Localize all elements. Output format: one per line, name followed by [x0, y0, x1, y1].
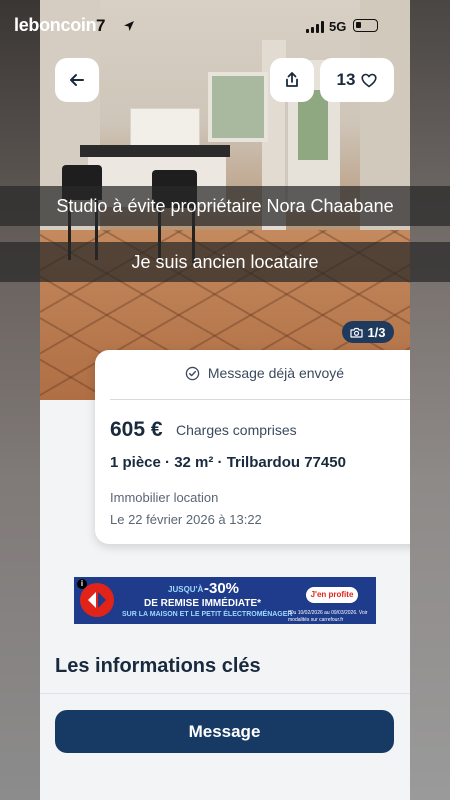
background-blur-right [410, 0, 450, 800]
share-icon [286, 72, 298, 87]
ad-small-text: JUSQU'À [168, 585, 204, 594]
ad-legal-text: *Du 10/02/2026 au 09/03/2026. Voir modal… [288, 610, 368, 623]
status-bar: leboncoin 7 5G [0, 0, 450, 50]
ad-headline: DE REMISE IMMÉDIATE* [144, 598, 262, 609]
check-circle-icon [185, 366, 200, 380]
photo-window [208, 72, 268, 142]
brand-overlay: leboncoin [14, 15, 97, 35]
photo-counter-badge[interactable]: 1/3 [342, 321, 394, 343]
camera-icon [350, 327, 364, 338]
photo-counter-top [80, 145, 230, 157]
photo-panel [130, 108, 200, 146]
network-type: 5G [329, 19, 347, 34]
story-caption: Je suis ancien locataire [0, 242, 450, 282]
arrow-left-icon [70, 74, 84, 86]
listing-category: Immobilier location [110, 490, 219, 505]
story-caption: Studio à évite propriétaire Nora Chaaban… [0, 186, 450, 226]
message-button[interactable]: Message [55, 710, 394, 753]
ad-banner[interactable]: i JUSQU'À -30% DE REMISE IMMÉDIATE* SUR … [74, 577, 376, 624]
listing-info-card: Message déjà envoyé 605 € Charges compri… [95, 350, 410, 544]
background-blur-left [0, 0, 40, 800]
ad-subline: SUR LA MAISON ET LE PETIT ÉLECTROMÉNAGER [122, 611, 293, 618]
charges-label: Charges comprises [176, 422, 297, 438]
favorite-button[interactable]: 13 [320, 58, 394, 102]
ad-discount: -30% [204, 580, 240, 597]
share-button[interactable] [270, 58, 314, 102]
ad-info-icon[interactable]: i [77, 579, 87, 589]
back-button[interactable] [55, 58, 99, 102]
key-info-title: Les informations clés [55, 655, 261, 677]
divider [40, 693, 410, 694]
photo-counter-text: 1/3 [367, 324, 386, 340]
signal-icon [306, 21, 324, 33]
listing-date: Le 22 février 2026 à 13:22 [110, 512, 262, 527]
heart-icon [361, 73, 378, 87]
location-arrow-icon [124, 21, 134, 31]
battery-icon [353, 19, 378, 32]
listing-details: 1 pièce · 32 m² · Trilbardou 77450 [110, 454, 346, 471]
listing-price: 605 € [110, 418, 163, 441]
carrefour-logo-icon [80, 583, 114, 617]
divider [110, 399, 410, 400]
message-sent-label: Message déjà envoyé [207, 365, 345, 381]
app-screen: Message déjà envoyé 605 € Charges compri… [40, 0, 410, 800]
message-sent-status: Message déjà envoyé [95, 365, 410, 381]
status-time: 7 [96, 16, 106, 35]
ad-cta-button[interactable]: J'en profite [306, 587, 358, 603]
favorites-count: 13 [336, 70, 356, 89]
carrefour-mark-icon [88, 592, 106, 608]
